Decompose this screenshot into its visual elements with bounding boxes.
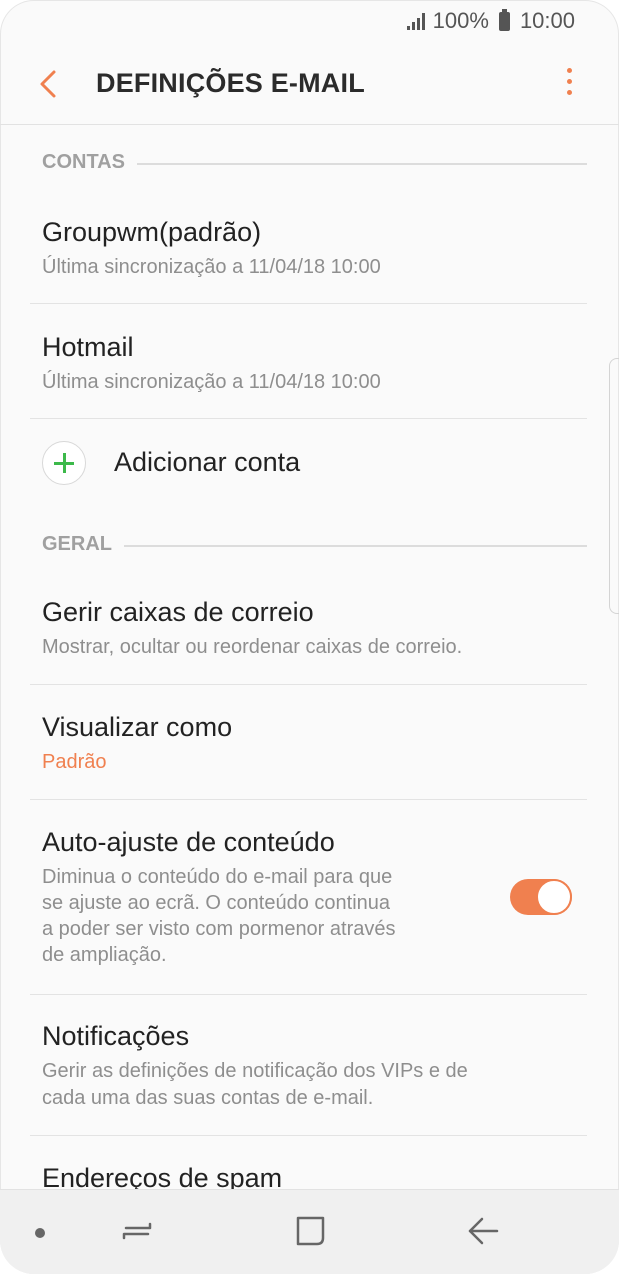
account-name: Hotmail <box>42 332 134 362</box>
section-label-accounts: CONTAS <box>42 151 137 173</box>
item-description: Mostrar, ocultar ou reordenar caixas de … <box>42 636 463 658</box>
section-label-general: GERAL <box>42 533 124 555</box>
item-title: Gerir caixas de correio <box>42 597 314 627</box>
section-header-accounts: CONTAS <box>42 151 587 181</box>
recent-apps-icon[interactable] <box>120 1214 154 1248</box>
account-name: Groupwm(padrão) <box>42 217 262 247</box>
battery-icon <box>498 8 510 31</box>
account-sync-status: Última sincronização a 11/04/18 10:00 <box>42 371 381 393</box>
manage-mailboxes-item[interactable]: Gerir caixas de correio Mostrar, ocultar… <box>42 597 587 661</box>
account-item-groupwm[interactable]: Groupwm(padrão) Última sincronização a 1… <box>42 217 587 281</box>
item-description: Diminua o conteúdo do e-mail para que se… <box>42 866 396 966</box>
signal-icon <box>406 12 425 30</box>
section-header-general: GERAL <box>42 533 587 563</box>
divider <box>30 799 587 800</box>
item-description: Gerir as definições de notificação dos V… <box>42 1060 468 1109</box>
more-options-icon[interactable] <box>565 68 573 100</box>
divider <box>30 418 587 419</box>
divider <box>30 684 587 685</box>
divider <box>30 303 587 304</box>
app-bar: DEFINIÇÕES E-MAIL <box>0 44 619 125</box>
add-account-icon[interactable] <box>42 441 86 485</box>
scrollbar[interactable] <box>609 358 619 614</box>
account-item-hotmail[interactable]: Hotmail Última sincronização a 11/04/18 … <box>42 332 587 396</box>
status-bar: 100% 10:00 <box>0 0 619 44</box>
toggle-knob <box>536 879 572 915</box>
item-title: Notificações <box>42 1021 190 1051</box>
nav-dot-icon[interactable] <box>35 1228 45 1238</box>
item-title: Auto-ajuste de conteúdo <box>42 827 335 857</box>
auto-fit-toggle[interactable] <box>510 879 572 915</box>
divider <box>30 1135 587 1136</box>
page-title: DEFINIÇÕES E-MAIL <box>96 68 365 98</box>
item-title: Visualizar como <box>42 712 233 742</box>
navigation-bar <box>0 1189 619 1274</box>
clock: 10:00 <box>519 8 575 33</box>
add-account-label[interactable]: Adicionar conta <box>114 447 300 478</box>
account-sync-status: Última sincronização a 11/04/18 10:00 <box>42 256 381 278</box>
view-as-item[interactable]: Visualizar como Padrão <box>42 712 587 776</box>
view-as-value: Padrão <box>42 751 107 773</box>
auto-fit-content-item[interactable]: Auto-ajuste de conteúdo Diminua o conteú… <box>42 827 419 968</box>
divider <box>30 994 587 995</box>
phone-screen: 100% 10:00 DEFINIÇÕES E-MAIL CONTAS Grou… <box>0 0 619 1274</box>
home-icon[interactable] <box>294 1214 328 1248</box>
back-nav-icon[interactable] <box>466 1214 500 1248</box>
battery-percent: 100% <box>432 8 489 33</box>
notifications-item[interactable]: Notificações Gerir as definições de noti… <box>42 1021 587 1112</box>
back-arrow-icon[interactable] <box>36 68 60 100</box>
